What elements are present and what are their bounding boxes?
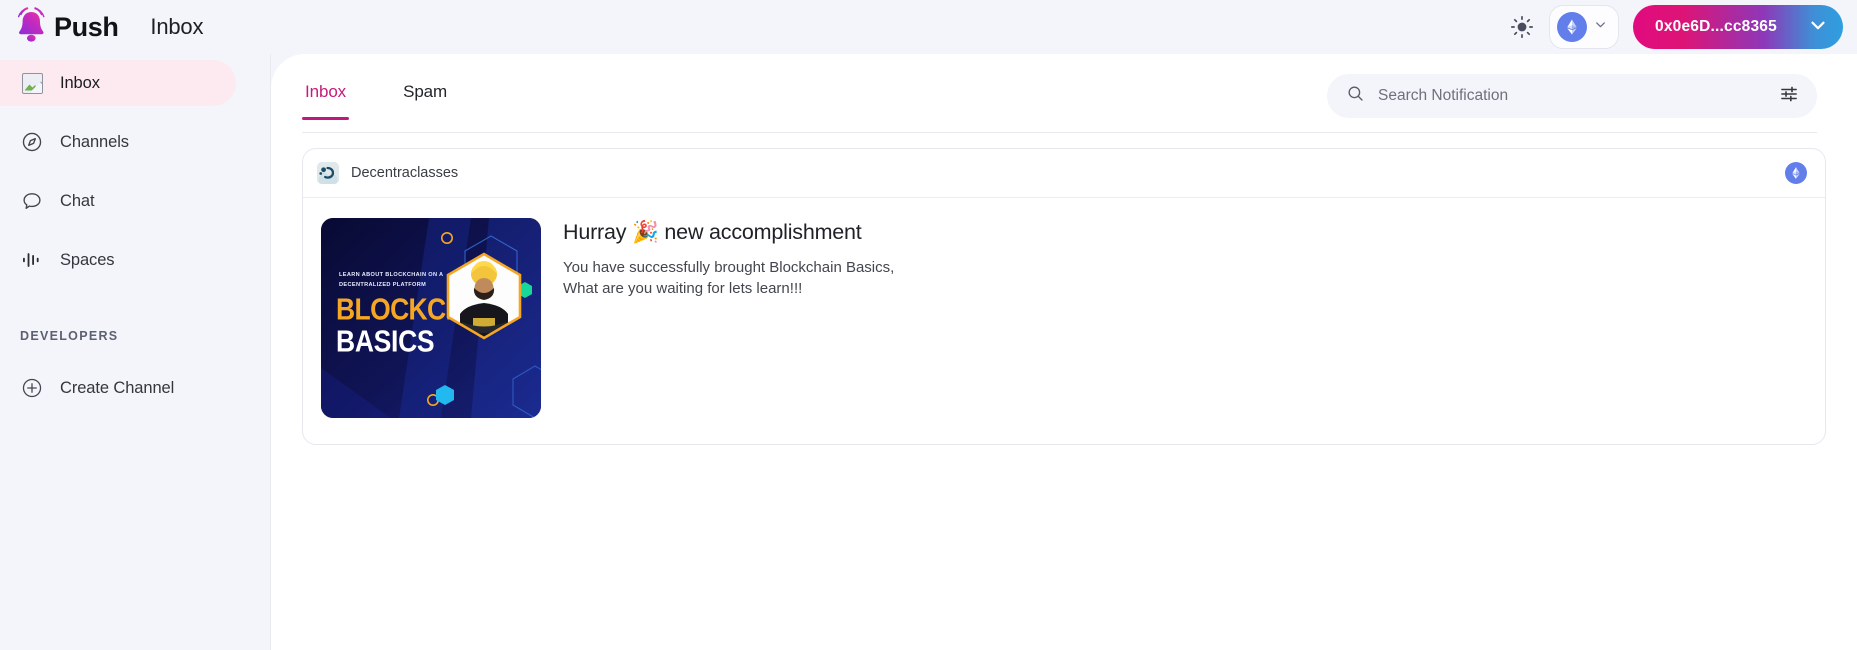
sidebar: Inbox Channels Chat Spaces DEVELOPERS Cr… bbox=[0, 54, 271, 650]
sidebar-item-label: Spaces bbox=[60, 250, 115, 269]
sidebar-item-label: Channels bbox=[60, 132, 129, 151]
notification-body: LEARN ABOUT BLOCKCHAIN ON A DECENTRALIZE… bbox=[303, 198, 1825, 444]
sidebar-item-label: Chat bbox=[60, 191, 95, 210]
main-panel: Inbox Spam Search Notification Decentrac… bbox=[271, 54, 1857, 650]
top-bar: Push Inbox 0x0e6D...cc8365 bbox=[0, 0, 1857, 54]
chain-selector[interactable] bbox=[1549, 5, 1619, 49]
wallet-address-label: 0x0e6D...cc8365 bbox=[1655, 18, 1777, 35]
ethereum-icon bbox=[1557, 12, 1587, 42]
svg-text:LEARN ABOUT BLOCKCHAIN ON A: LEARN ABOUT BLOCKCHAIN ON A bbox=[339, 272, 443, 278]
page-title: Inbox bbox=[150, 14, 204, 39]
svg-text:DECENTRALIZED PLATFORM: DECENTRALIZED PLATFORM bbox=[339, 282, 426, 288]
compass-icon bbox=[20, 130, 44, 154]
tab-divider bbox=[302, 132, 1817, 133]
chat-bubble-icon bbox=[20, 189, 44, 213]
brand-logo[interactable]: Push bbox=[14, 7, 119, 47]
notification-card[interactable]: Decentraclasses LEARN ABOUT BLOCKCHAIN O… bbox=[302, 148, 1826, 445]
main-header: Inbox Spam bbox=[271, 54, 1857, 133]
search-input[interactable] bbox=[1378, 87, 1779, 105]
svg-text:BASICS: BASICS bbox=[336, 325, 434, 359]
tab-label: Inbox bbox=[305, 82, 347, 101]
sliders-filter-icon[interactable] bbox=[1779, 84, 1799, 109]
notification-message: You have successfully brought Blockchain… bbox=[563, 258, 895, 298]
plus-circle-icon bbox=[20, 376, 44, 400]
sidebar-item-spaces[interactable]: Spaces bbox=[0, 237, 236, 283]
ethereum-icon bbox=[1785, 162, 1807, 184]
sidebar-section-developers: DEVELOPERS bbox=[20, 329, 119, 343]
sidebar-item-channels[interactable]: Channels bbox=[0, 119, 236, 165]
sidebar-item-label: Inbox bbox=[60, 73, 100, 92]
notification-header: Decentraclasses bbox=[303, 149, 1825, 198]
sidebar-item-label: Create Channel bbox=[60, 378, 175, 397]
channel-name: Decentraclasses bbox=[351, 165, 459, 181]
notification-title: Hurray 🎉 new accomplishment bbox=[563, 220, 862, 244]
brand-name: Push bbox=[54, 11, 119, 42]
sidebar-item-inbox[interactable]: Inbox bbox=[0, 60, 236, 106]
chevron-down-icon bbox=[1807, 14, 1829, 41]
tab-inbox[interactable]: Inbox bbox=[302, 76, 376, 120]
sun-icon[interactable] bbox=[1509, 14, 1535, 40]
tab-bar: Inbox Spam bbox=[302, 76, 477, 120]
notification-thumbnail[interactable]: LEARN ABOUT BLOCKCHAIN ON A DECENTRALIZE… bbox=[321, 218, 541, 418]
notification-text: Hurray 🎉 new accomplishment You have suc… bbox=[563, 218, 894, 418]
broken-image-icon bbox=[20, 71, 44, 95]
topbar-actions: 0x0e6D...cc8365 bbox=[1509, 5, 1843, 49]
sidebar-item-create-channel[interactable]: Create Channel bbox=[0, 365, 236, 411]
tab-spam[interactable]: Spam bbox=[376, 76, 477, 120]
sidebar-item-chat[interactable]: Chat bbox=[0, 178, 236, 224]
decentraclasses-avatar bbox=[317, 162, 339, 184]
search-bar[interactable] bbox=[1327, 74, 1817, 118]
notification-list: Decentraclasses LEARN ABOUT BLOCKCHAIN O… bbox=[271, 120, 1857, 445]
audio-bars-icon bbox=[20, 248, 44, 272]
search-icon bbox=[1346, 84, 1365, 108]
push-app-window: Push Inbox 0x0e6D...cc8365 Inbox Channel… bbox=[0, 0, 1857, 650]
wallet-address-button[interactable]: 0x0e6D...cc8365 bbox=[1633, 5, 1843, 49]
push-bell-icon bbox=[14, 7, 50, 47]
chevron-down-icon bbox=[1593, 17, 1608, 37]
tab-label: Spam bbox=[403, 82, 448, 101]
